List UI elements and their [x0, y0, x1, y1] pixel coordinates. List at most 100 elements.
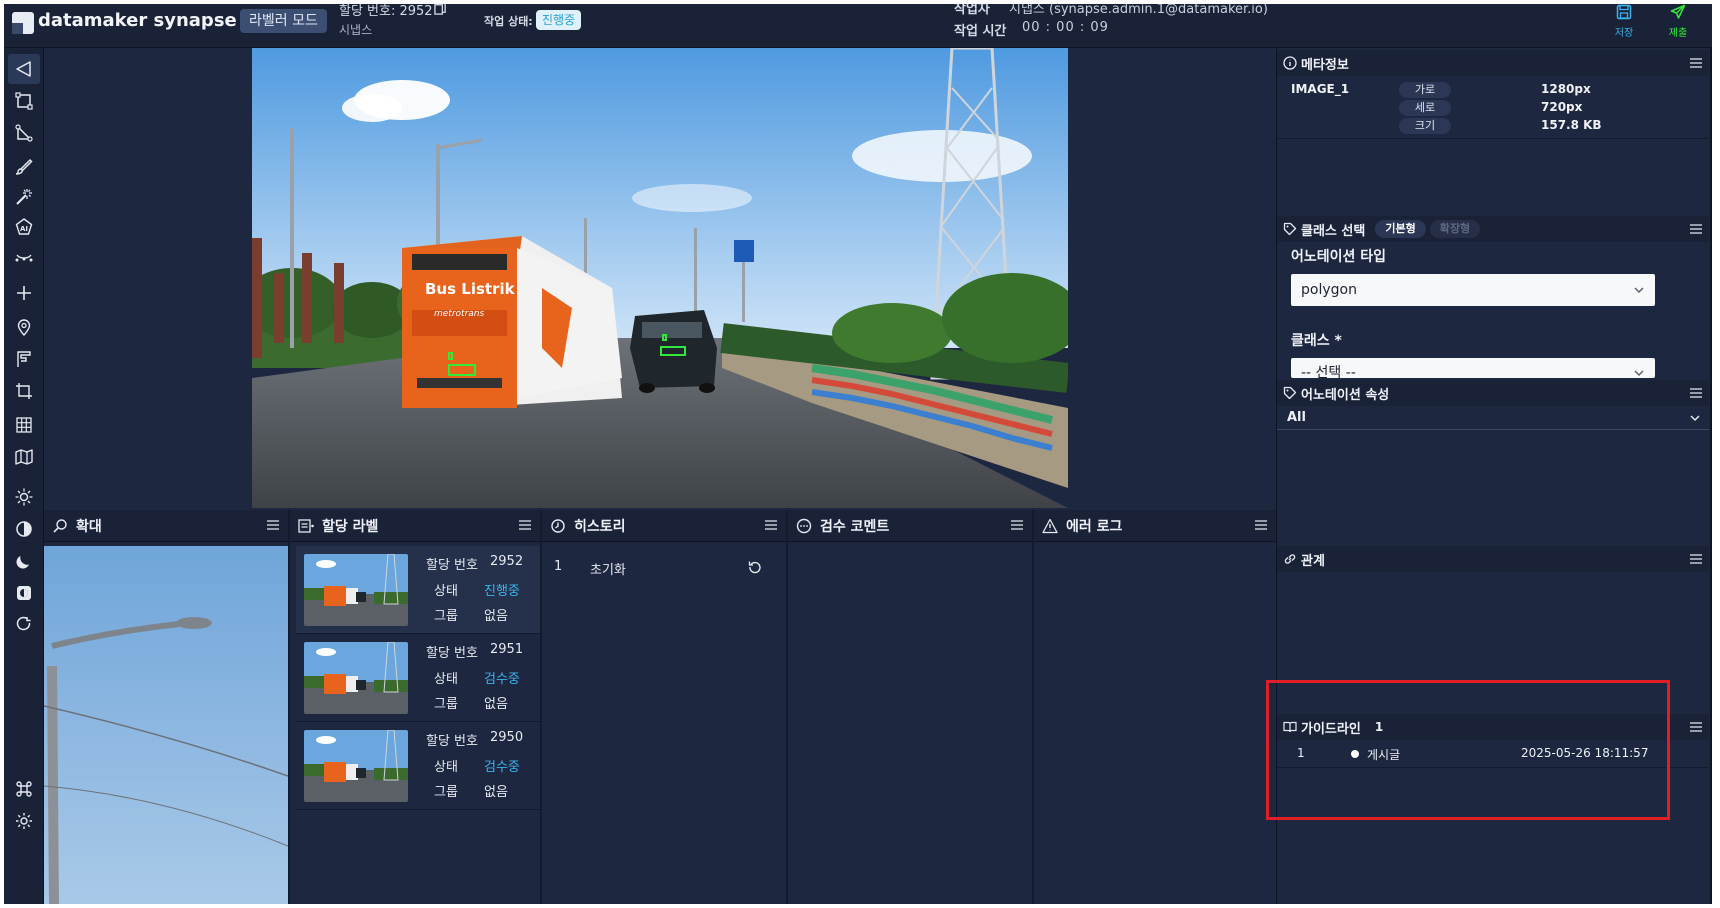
flag-tool[interactable]	[8, 344, 40, 374]
crop-tool[interactable]	[8, 376, 40, 406]
magic-wand-icon	[16, 189, 32, 205]
status-key: 상태	[434, 584, 458, 599]
divider	[1277, 138, 1709, 139]
hamburger-icon[interactable]	[1689, 223, 1703, 235]
hamburger-icon[interactable]	[1689, 721, 1703, 733]
select-tool[interactable]	[8, 54, 40, 84]
label-item[interactable]: 할당 번호 2951 상태 검수중 그룹 없음	[296, 634, 540, 722]
assign-key: 할당 번호	[426, 558, 478, 573]
magic-wand-tool[interactable]	[8, 182, 40, 212]
group-value: 없음	[484, 697, 508, 712]
map-tool[interactable]	[8, 442, 40, 472]
comment-icon	[796, 518, 812, 533]
tab-extended[interactable]: 확장형	[1429, 220, 1481, 238]
bus-sub-text: metrotrans	[434, 309, 484, 319]
hamburger-icon[interactable]	[1689, 387, 1703, 399]
attr-select[interactable]: All	[1277, 406, 1709, 430]
brightness-tool[interactable]	[8, 482, 40, 512]
panel-divider[interactable]	[786, 510, 788, 904]
bounding-box-icon	[15, 92, 33, 110]
label-item[interactable]: 할당 번호 2950 상태 검수중 그룹 없음	[296, 722, 540, 810]
dark-mode-tool[interactable]	[8, 546, 40, 576]
chevron-down-icon	[1634, 370, 1644, 376]
hamburger-icon[interactable]	[1689, 57, 1703, 69]
class-select-value: -- 선택 --	[1301, 365, 1356, 378]
hamburger-icon[interactable]	[1010, 519, 1024, 531]
undo-icon[interactable]	[748, 560, 762, 574]
dark-mode-icon	[16, 556, 29, 569]
copy-icon[interactable]	[434, 4, 447, 15]
flag-icon	[17, 351, 31, 367]
hamburger-icon[interactable]	[266, 519, 280, 531]
bbox-car-plate[interactable]	[660, 346, 686, 356]
assigned-label-icon	[298, 518, 314, 533]
assign-value: 2950	[490, 730, 524, 745]
annotation-type-value: polygon	[1301, 282, 1357, 298]
rotate-tool[interactable]	[8, 610, 40, 640]
chevron-down-icon	[1634, 287, 1644, 293]
crosshair-tool[interactable]	[8, 278, 40, 308]
history-icon	[551, 518, 565, 533]
zoom-icon	[53, 518, 67, 533]
contrast-tool[interactable]	[8, 514, 40, 544]
pin-tool[interactable]	[8, 312, 40, 342]
invert-tool[interactable]	[8, 578, 40, 608]
class-panel-title: 클래스 선택	[1301, 223, 1366, 239]
panel-divider[interactable]	[288, 510, 290, 904]
project-name: 시냅스	[339, 23, 373, 37]
label-item[interactable]: 할당 번호 2952 상태 진행중 그룹 없음	[296, 546, 540, 634]
error-panel-title: 에러 로그	[1066, 518, 1123, 535]
annotation-type-select[interactable]: polygon	[1291, 274, 1655, 306]
save-icon	[1616, 4, 1632, 20]
ai-polygon-tool[interactable]: AI	[8, 212, 40, 242]
history-row[interactable]: 1 초기화	[542, 552, 782, 582]
shortcut-icon	[16, 781, 32, 797]
meta-image-name: IMAGE_1	[1291, 82, 1350, 96]
polyline-icon	[15, 124, 33, 142]
tab-basic[interactable]: 기본형	[1375, 220, 1426, 238]
review-panel-header: 검수 코멘트	[788, 510, 1032, 542]
panel-divider[interactable]	[1032, 510, 1034, 904]
assign-key: 할당 번호	[426, 646, 478, 661]
polyline-tool[interactable]	[8, 118, 40, 148]
meta-panel-title: 메타정보	[1301, 57, 1349, 73]
group-value: 없음	[484, 785, 508, 800]
save-button[interactable]: 저장	[1604, 4, 1644, 44]
zoom-preview	[44, 546, 288, 904]
submit-button[interactable]: 제출	[1658, 4, 1698, 44]
annotation-canvas[interactable]: Bus Listrik metrotrans	[44, 48, 1276, 510]
class-select[interactable]: -- 선택 --	[1291, 358, 1655, 378]
labeler-mode-button[interactable]: 라벨러 모드	[240, 9, 327, 33]
label-thumbnail	[304, 642, 408, 714]
group-key: 그룹	[434, 785, 458, 800]
shortcut-tool[interactable]	[8, 774, 40, 804]
top-bar: datamaker synapse 라벨러 모드 할당 번호: 2952 시냅스…	[4, 4, 1712, 48]
bounding-box-tool[interactable]	[8, 86, 40, 116]
hamburger-icon[interactable]	[518, 519, 532, 531]
meta-panel-header: 메타정보	[1277, 50, 1709, 76]
main-image[interactable]: Bus Listrik metrotrans	[252, 48, 1068, 508]
pin-icon	[17, 319, 31, 337]
keypoint-tool[interactable]	[8, 242, 40, 272]
highlight-box	[1266, 680, 1670, 820]
settings-tool[interactable]	[8, 806, 40, 836]
hamburger-icon[interactable]	[1689, 553, 1703, 565]
hamburger-icon[interactable]	[1254, 519, 1268, 531]
scrollbar[interactable]	[1710, 48, 1712, 904]
hamburger-icon[interactable]	[764, 519, 778, 531]
grid-tool[interactable]	[8, 410, 40, 440]
assign-value: 2952	[490, 554, 524, 569]
brush-tool[interactable]	[8, 152, 40, 182]
meta-value-width: 1280px	[1541, 82, 1591, 96]
bus-brand-text: Bus Listrik	[425, 280, 516, 298]
worker-label: 작업자	[954, 4, 990, 17]
map-icon	[15, 449, 33, 465]
worker-value: 시냅스 (synapse.admin.1@datamaker.io)	[1009, 4, 1268, 17]
bbox-bus-marker[interactable]	[448, 352, 453, 360]
assign-key: 할당 번호	[426, 734, 478, 749]
bbox-car-marker[interactable]	[662, 334, 667, 341]
zoom-panel-header: 확대	[44, 510, 288, 542]
brush-icon	[15, 158, 33, 175]
bbox-bus-plate[interactable]	[448, 364, 476, 376]
street-photo: Bus Listrik metrotrans	[252, 48, 1068, 508]
